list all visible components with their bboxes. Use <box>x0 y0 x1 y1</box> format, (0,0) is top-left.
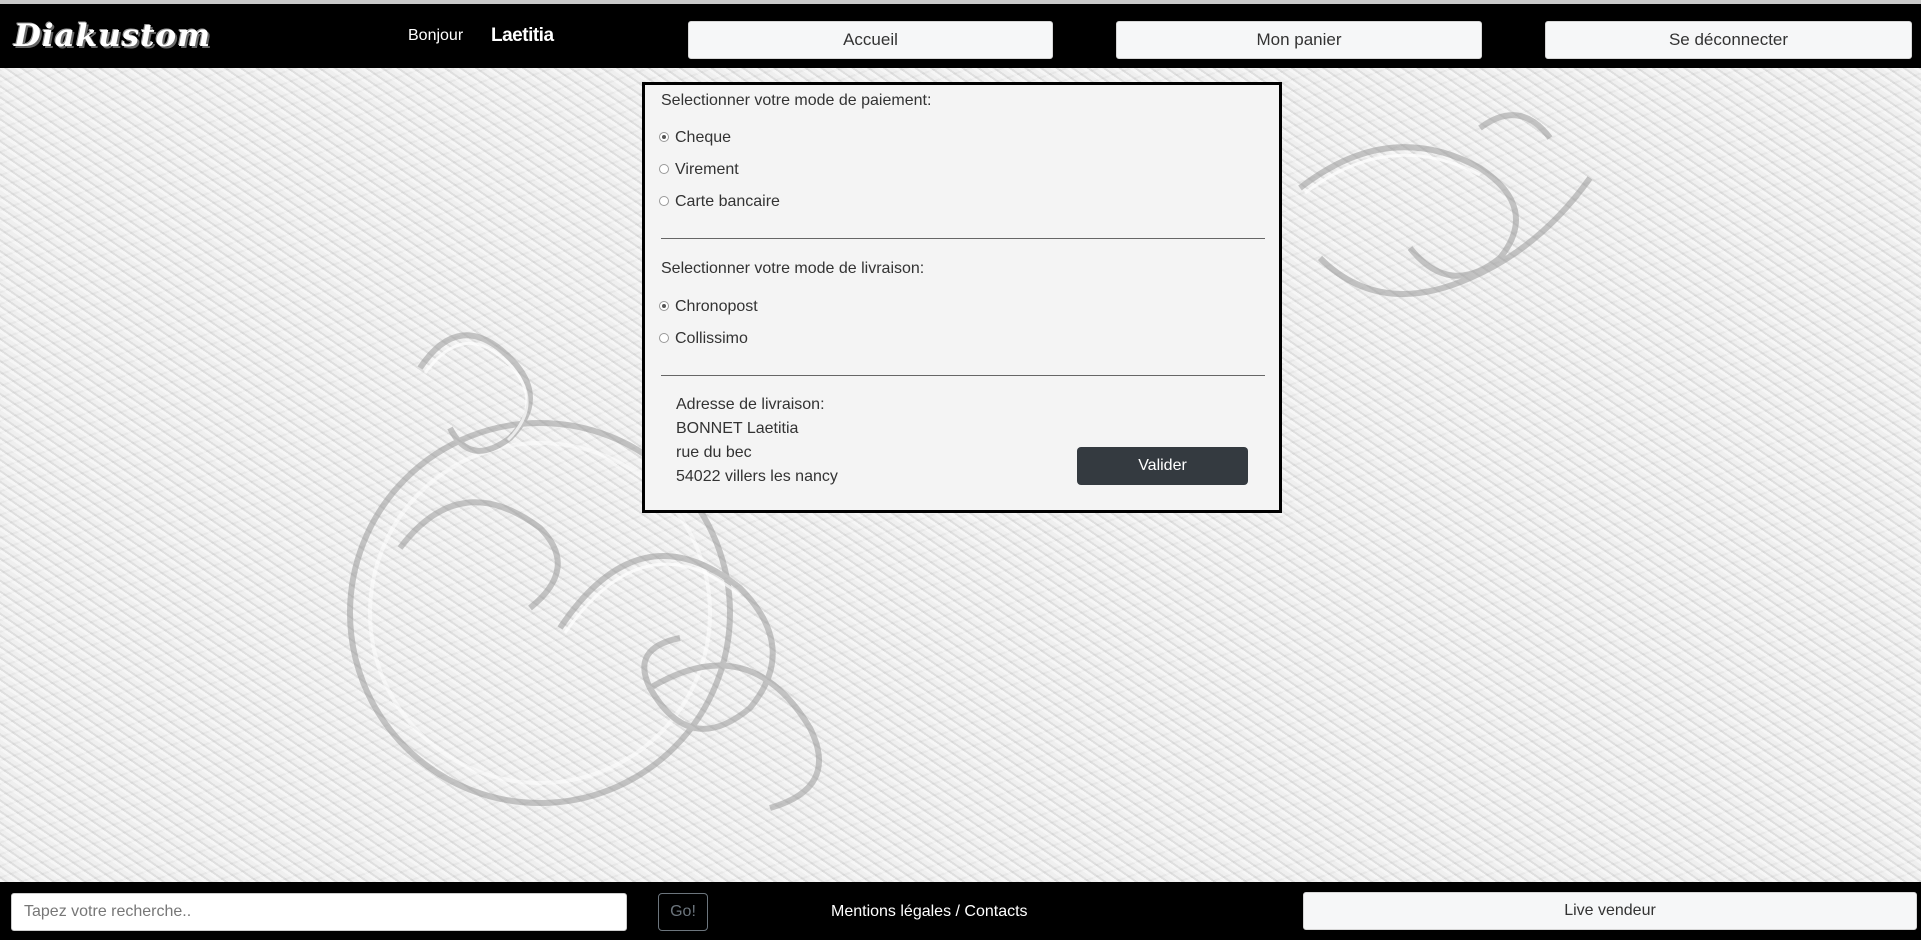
delivery-option-label: Collissimo <box>675 330 748 347</box>
address-title: Adresse de livraison: <box>676 396 825 413</box>
payment-option-label: Carte bancaire <box>675 193 780 210</box>
divider <box>661 238 1265 239</box>
top-navbar: Diakustom Bonjour Laetitia Accueil Mon p… <box>0 0 1921 68</box>
delivery-option-label: Chronopost <box>675 298 758 315</box>
username-text: Laetitia <box>491 25 554 46</box>
logout-button[interactable]: Se déconnecter <box>1545 21 1912 59</box>
address-name: BONNET Laetitia <box>676 420 799 437</box>
payment-option-cheque[interactable]: Cheque <box>659 128 731 148</box>
radio-checked-icon[interactable] <box>659 132 669 142</box>
payment-option-card[interactable]: Carte bancaire <box>659 192 780 212</box>
payment-section-title: Selectionner votre mode de paiement: <box>661 92 932 109</box>
delivery-section-title: Selectionner votre mode de livraison: <box>661 260 925 277</box>
address-street: rue du bec <box>676 444 752 461</box>
live-seller-button[interactable]: Live vendeur <box>1303 892 1917 930</box>
search-input[interactable] <box>11 893 627 931</box>
delivery-option-chronopost[interactable]: Chronopost <box>659 297 758 317</box>
cart-button[interactable]: Mon panier <box>1116 21 1482 59</box>
search-go-button[interactable]: Go! <box>658 893 708 931</box>
radio-unchecked-icon[interactable] <box>659 164 669 174</box>
greeting-text: Bonjour <box>408 27 464 44</box>
legal-contacts-link[interactable]: Mentions légales / Contacts <box>831 900 1028 924</box>
site-logo[interactable]: Diakustom <box>14 14 210 58</box>
payment-option-virement[interactable]: Virement <box>659 160 739 180</box>
validate-button[interactable]: Valider <box>1077 447 1248 485</box>
radio-checked-icon[interactable] <box>659 301 669 311</box>
divider <box>661 375 1265 376</box>
delivery-option-collissimo[interactable]: Collissimo <box>659 329 748 349</box>
bottom-bar: Go! Mentions légales / Contacts Live ven… <box>0 882 1921 940</box>
address-city: 54022 villers les nancy <box>676 468 838 485</box>
payment-option-label: Cheque <box>675 129 732 146</box>
payment-option-label: Virement <box>675 161 739 178</box>
checkout-panel: Selectionner votre mode de paiement: Che… <box>642 82 1282 513</box>
home-button[interactable]: Accueil <box>688 21 1053 59</box>
radio-unchecked-icon[interactable] <box>659 333 669 343</box>
radio-unchecked-icon[interactable] <box>659 196 669 206</box>
